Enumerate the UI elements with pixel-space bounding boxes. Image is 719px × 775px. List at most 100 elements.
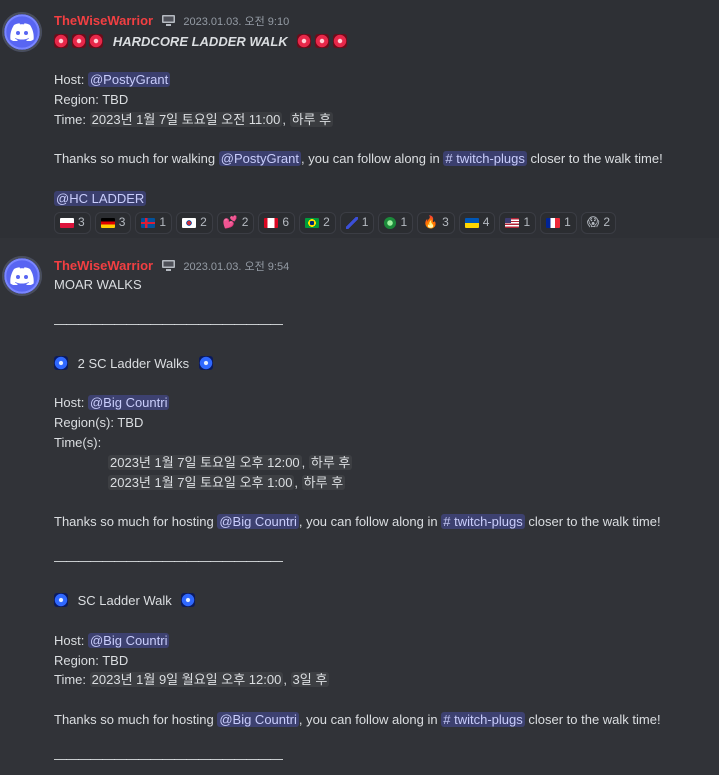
region-label: Region(s): bbox=[54, 415, 114, 430]
red-gem-icon bbox=[332, 34, 347, 48]
thanks-mid-text: , you can follow along in bbox=[298, 514, 438, 529]
title-line: HARDCORE LADDER WALK bbox=[54, 32, 347, 52]
hash-icon: # bbox=[445, 151, 453, 166]
reaction-flag-south-korea[interactable]: 2 bbox=[176, 212, 213, 234]
channel-mention[interactable]: # twitch-plugs bbox=[443, 151, 527, 166]
reaction-custom-emoji[interactable]: 1 bbox=[339, 212, 375, 234]
flag-iceland-icon bbox=[141, 218, 156, 228]
flag-poland-icon bbox=[60, 218, 74, 228]
red-gem-icon bbox=[54, 34, 68, 48]
time-label: Time: bbox=[54, 672, 87, 687]
reaction-count: 2 bbox=[241, 215, 249, 230]
user-mention[interactable]: @Big Countri bbox=[87, 395, 170, 410]
red-gem-icon bbox=[314, 34, 329, 48]
divider-line: ——————————————————— bbox=[54, 553, 283, 568]
thanks-mid-text: , you can follow along in bbox=[298, 712, 438, 727]
reaction-flag-poland[interactable]: 3 bbox=[54, 212, 91, 234]
reaction-count: 3 bbox=[118, 215, 126, 230]
thanks2-line: Thanks so much for hosting @Big Countri,… bbox=[54, 710, 661, 730]
reactions-bar: 3 3 1 2 💕 2 6 2 1 1 🔥 3 4 1 1 😱 2 bbox=[54, 212, 617, 234]
hearts-icon: 💕 bbox=[222, 215, 238, 230]
timestamp-chip[interactable]: 2023년 1월 7일 토요일 오후 12:00 bbox=[108, 455, 302, 470]
reaction-flag-usa[interactable]: 1 bbox=[499, 212, 537, 234]
custom-emoji-icon bbox=[345, 217, 358, 229]
reaction-hearts[interactable]: 💕 2 bbox=[216, 212, 255, 234]
host-label: Host: bbox=[54, 72, 85, 87]
flag-ukraine-icon bbox=[464, 218, 479, 228]
timestamp-chip[interactable]: 2023년 1월 7일 토요일 오전 11:00 bbox=[89, 112, 283, 127]
flag-germany-icon bbox=[100, 218, 115, 228]
thanks-post-text: closer to the walk time! bbox=[528, 514, 661, 529]
timestamp-chip[interactable]: 2023년 1월 9일 월요일 오후 12:00 bbox=[89, 672, 284, 687]
host-line: Host: @PostyGrant bbox=[54, 70, 171, 90]
avatar[interactable] bbox=[2, 12, 42, 52]
reaction-custom-green-emoji[interactable]: 1 bbox=[378, 212, 414, 234]
region2-line: Region: TBD bbox=[54, 651, 128, 671]
region-value: TBD bbox=[102, 653, 129, 668]
intro-line: MOAR WALKS bbox=[54, 277, 142, 292]
discord-logo-icon bbox=[10, 23, 34, 41]
channel-name: twitch-plugs bbox=[454, 514, 523, 529]
region-line: Region(s): TBD bbox=[54, 413, 143, 433]
blue-gem-icon bbox=[54, 593, 68, 607]
channel-name: twitch-plugs bbox=[454, 712, 523, 727]
time1-line: 2023년 1월 7일 토요일 오후 12:00, 하루 후 bbox=[108, 455, 353, 470]
user-mention[interactable]: @Big Countri bbox=[87, 633, 170, 648]
host-label: Host: bbox=[54, 395, 85, 410]
user-mention[interactable]: @Big Countri bbox=[217, 712, 299, 727]
red-gem-icon bbox=[297, 34, 312, 48]
channel-mention[interactable]: # twitch-plugs bbox=[441, 712, 525, 727]
blue-gem-icon bbox=[181, 593, 196, 607]
user-mention[interactable]: @PostyGrant bbox=[87, 72, 171, 87]
region-line: Region: TBD bbox=[54, 90, 128, 110]
timestamp: 2023.01.03. 오전 9:54 bbox=[183, 261, 290, 273]
thanks-mid-text: , you can follow along in bbox=[300, 151, 440, 166]
reaction-count: 6 bbox=[282, 215, 290, 230]
user-mention[interactable]: @PostyGrant bbox=[218, 151, 301, 166]
reaction-count: 3 bbox=[442, 215, 449, 230]
divider-line: ——————————————————— bbox=[54, 751, 283, 766]
host-line: Host: @Big Countri bbox=[54, 393, 170, 413]
relative-time-chip[interactable]: 하루 후 bbox=[308, 455, 353, 470]
time-line: Time: 2023년 1월 7일 토요일 오전 11:00, 하루 후 bbox=[54, 112, 334, 127]
hash-icon: # bbox=[443, 514, 451, 529]
timestamp: 2023.01.03. 오전 9:10 bbox=[183, 16, 290, 28]
region-value: TBD bbox=[117, 415, 144, 430]
reaction-fire[interactable]: 🔥 3 bbox=[417, 212, 455, 234]
reaction-flag-germany[interactable]: 3 bbox=[94, 212, 132, 234]
channel-mention[interactable]: # twitch-plugs bbox=[441, 514, 525, 529]
reaction-count: 3 bbox=[78, 215, 85, 230]
role-mention[interactable]: @HC LADDER bbox=[54, 191, 147, 206]
reaction-flag-brazil[interactable]: 2 bbox=[299, 212, 336, 234]
reaction-flag-france[interactable]: 1 bbox=[540, 212, 577, 234]
timestamp-chip[interactable]: 2023년 1월 7일 토요일 오후 1:00 bbox=[108, 475, 295, 490]
thanks-line: Thanks so much for hosting @Big Countri,… bbox=[54, 512, 661, 532]
hash-icon: # bbox=[443, 712, 451, 727]
reaction-flag-ukraine[interactable]: 4 bbox=[458, 212, 496, 234]
thanks-post-text: closer to the walk time! bbox=[530, 151, 663, 166]
message-header: TheWiseWarrior 2023.01.03. 오전 9:10 bbox=[54, 11, 289, 33]
reaction-count: 1 bbox=[564, 215, 571, 230]
reaction-scream[interactable]: 😱 2 bbox=[580, 212, 617, 234]
reaction-flag-iceland[interactable]: 1 bbox=[135, 212, 173, 234]
thanks-text: Thanks so much for hosting bbox=[54, 514, 214, 529]
reaction-flag-canada[interactable]: 6 bbox=[258, 212, 296, 234]
avatar[interactable] bbox=[2, 256, 42, 296]
user-mention[interactable]: @Big Countri bbox=[217, 514, 299, 529]
relative-time-chip[interactable]: 하루 후 bbox=[301, 475, 346, 490]
red-gem-icon bbox=[89, 34, 104, 48]
username[interactable]: TheWiseWarrior bbox=[54, 258, 153, 273]
flag-brazil-icon bbox=[305, 218, 320, 228]
red-gem-icon bbox=[71, 34, 86, 48]
host2-line: Host: @Big Countri bbox=[54, 631, 170, 651]
relative-time-chip[interactable]: 3일 후 bbox=[290, 672, 330, 687]
username[interactable]: TheWiseWarrior bbox=[54, 13, 153, 28]
flag-canada-icon bbox=[264, 218, 279, 228]
role-line: @HC LADDER bbox=[54, 189, 147, 209]
region-label: Region: bbox=[54, 92, 99, 107]
time2-line: 2023년 1월 7일 토요일 오후 1:00, 하루 후 bbox=[108, 475, 346, 490]
channel-name: twitch-plugs bbox=[456, 151, 525, 166]
thanks-text: Thanks so much for hosting bbox=[54, 712, 214, 727]
thanks-post-text: closer to the walk time! bbox=[528, 712, 661, 727]
relative-time-chip[interactable]: 하루 후 bbox=[289, 112, 334, 127]
